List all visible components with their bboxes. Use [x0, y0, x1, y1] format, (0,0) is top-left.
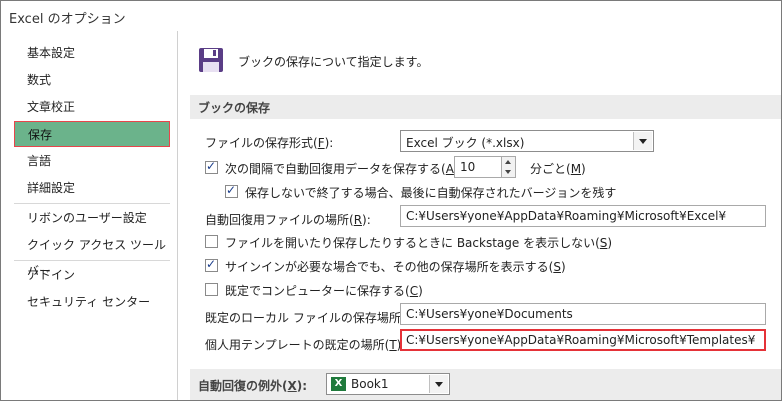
no-backstage-label: ファイルを開いたり保存したりするときに Backstage を表示しない(S)	[225, 236, 613, 250]
personal-templates-label: 個人用テンプレートの既定の場所(T):	[205, 338, 405, 352]
page-description: ブックの保存について指定します。	[238, 55, 429, 69]
spin-up-icon[interactable]	[505, 160, 511, 164]
chevron-down-icon[interactable]	[633, 132, 652, 150]
file-format-label: ファイルの保存形式(F):	[205, 136, 334, 150]
window-title: Excel のオプション	[9, 12, 126, 27]
save-to-computer-label: 既定でコンピューターに保存する(C)	[225, 284, 423, 298]
sidebar-item-save[interactable]: 保存	[14, 121, 170, 147]
autorecover-checkbox[interactable]	[205, 159, 218, 174]
sidebar-item-formulas[interactable]: 数式	[14, 67, 170, 93]
sidebar-item-quick-access-toolbar[interactable]: クイック アクセス ツール バー	[14, 232, 170, 278]
show-other-locations-checkbox[interactable]	[205, 257, 218, 272]
title-bar: Excel のオプション	[1, 1, 781, 32]
default-local-location-label: 既定のローカル ファイルの保存場所(I):	[205, 311, 418, 325]
section-save-workbooks: ブックの保存	[190, 95, 781, 119]
sidebar-divider	[14, 260, 170, 261]
section-autorecover-exceptions: 自動回復の例外(X): X Book1	[190, 369, 781, 400]
default-local-location-input[interactable]: C:¥Users¥yone¥Documents	[400, 303, 766, 325]
autorecover-exceptions-workbook-select[interactable]: X Book1	[326, 373, 450, 395]
autorecover-location-input[interactable]: C:¥Users¥yone¥AppData¥Roaming¥Microsoft¥…	[400, 205, 766, 227]
sidebar-item-language[interactable]: 言語	[14, 148, 170, 174]
autorecover-location-label: 自動回復用ファイルの場所(R):	[205, 213, 371, 227]
no-backstage-checkbox[interactable]	[205, 235, 218, 248]
sidebar-item-advanced[interactable]: 詳細設定	[14, 175, 170, 201]
personal-templates-location-input[interactable]: C:¥Users¥yone¥AppData¥Roaming¥Microsoft¥…	[400, 329, 766, 351]
keep-last-version-label: 保存しないで終了する場合、最後に自動保存されたバージョンを残す	[245, 186, 617, 200]
spin-down-icon[interactable]	[505, 170, 511, 174]
autorecover-minutes-input[interactable]: 10	[454, 156, 502, 178]
sidebar-item-customize-ribbon[interactable]: リボンのユーザー設定	[14, 205, 170, 231]
autorecover-label: 次の間隔で自動回復用データを保存する(A):	[225, 162, 463, 176]
show-other-locations-label: サインインが必要な場合でも、その他の保存場所を表示する(S)	[225, 260, 566, 274]
file-format-value: Excel ブック (*.xlsx)	[406, 136, 525, 150]
autorecover-exceptions-workbook-value: Book1	[351, 377, 389, 391]
section-title: ブックの保存	[198, 101, 271, 115]
sidebar-item-general[interactable]: 基本設定	[14, 40, 170, 66]
floppy-disk-icon	[199, 48, 223, 72]
keep-last-version-checkbox[interactable]	[225, 183, 238, 198]
sidebar-item-trust-center[interactable]: セキュリティ センター	[14, 289, 170, 315]
excel-options-window: Excel のオプション 基本設定 数式 文章校正 保存 言語 詳細設定 リボン…	[0, 0, 782, 401]
sidebar: 基本設定 数式 文章校正 保存 言語 詳細設定 リボンのユーザー設定 クイック …	[1, 31, 178, 400]
excel-file-icon: X	[331, 377, 346, 391]
chevron-down-icon[interactable]	[429, 375, 448, 393]
minutes-unit-label: 分ごと(M)	[530, 162, 586, 176]
file-format-select[interactable]: Excel ブック (*.xlsx)	[400, 130, 654, 152]
save-to-computer-checkbox[interactable]	[205, 283, 218, 296]
autorecover-minutes-spinner[interactable]	[502, 156, 516, 178]
section-title: 自動回復の例外(X):	[198, 379, 308, 393]
main-panel: ブックの保存について指定します。 ブックの保存 ファイルの保存形式(F): Ex…	[178, 31, 781, 400]
sidebar-item-proofing[interactable]: 文章校正	[14, 94, 170, 120]
sidebar-item-addins[interactable]: アドイン	[14, 262, 170, 288]
sidebar-divider	[14, 203, 170, 204]
